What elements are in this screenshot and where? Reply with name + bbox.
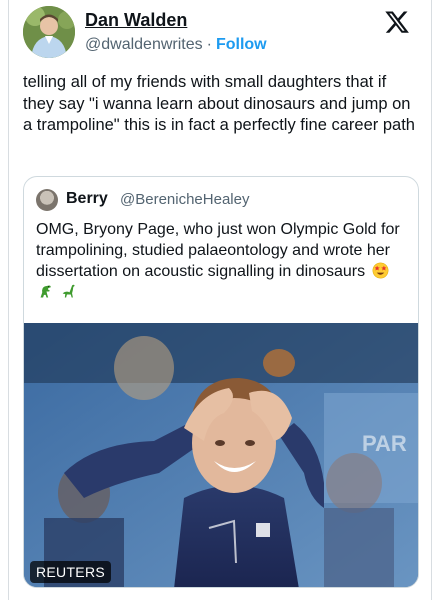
quoted-tweet[interactable]: Berry @BerenicheHealey OMG, Bryony Page,… [23,176,419,588]
quoted-author-name[interactable]: Berry [66,190,108,208]
author-meta: @dwaldenwrites · Follow [85,36,267,54]
photo-credit-badge: REUTERS [30,561,111,583]
follow-button[interactable]: Follow [216,36,267,53]
athlete-photo-illustration: PAR [24,323,418,587]
author-handle[interactable]: @dwaldenwrites [85,36,203,53]
x-logo-icon[interactable] [385,10,409,34]
star-struck-emoji-icon [372,262,388,279]
backdrop-text: PAR [362,431,407,456]
author-name[interactable]: Dan Walden [85,10,187,31]
tweet-card: Dan Walden @dwaldenwrites · Follow telling… [8,0,432,600]
quoted-tweet-photo[interactable]: PAR REUTERS [24,323,418,587]
separator-dot: · [206,36,212,53]
quoted-author-avatar[interactable] [36,189,58,211]
tweet-header: Dan Walden @dwaldenwrites · Follow [23,4,417,60]
quoted-tweet-text: OMG, Bryony Page, who just won Olympic G… [36,221,400,280]
t-rex-emoji-icon [40,285,51,298]
author-avatar[interactable] [23,6,75,58]
tweet-text: telling all of my friends with small dau… [23,73,415,134]
quoted-tweet-body: OMG, Bryony Page, who just won Olympic G… [36,219,408,303]
quoted-author-handle[interactable]: @BerenicheHealey [120,191,249,208]
sauropod-emoji-icon [63,284,76,298]
